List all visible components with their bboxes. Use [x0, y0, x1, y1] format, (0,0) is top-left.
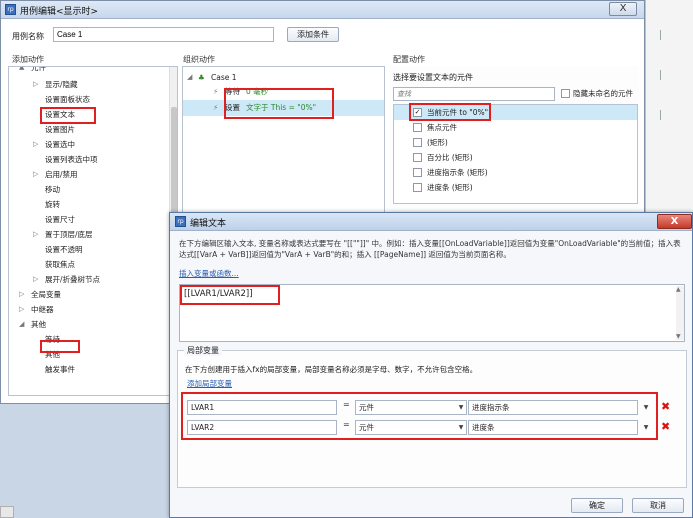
tree-item-show-hide[interactable]: ▷ 显示/隐藏 [9, 77, 169, 92]
ruler-tick [660, 110, 661, 120]
tree-item-focus[interactable]: 获取焦点 [9, 257, 169, 272]
local-var-target-field[interactable]: 进度条 [468, 420, 638, 435]
equals-sign: = [343, 420, 350, 429]
widget-item-focus[interactable]: 焦点元件 [394, 120, 637, 135]
expand-arrow-icon[interactable]: ▷ [33, 137, 38, 152]
widget-checkbox[interactable] [413, 138, 422, 147]
ok-button[interactable]: 确定 [571, 498, 623, 513]
widget-item-this[interactable]: ✓ 当前元件 to "0%" [394, 105, 637, 120]
lightning-icon: ⚡ [213, 87, 219, 96]
dropdown-arrow-icon: ▼ [458, 404, 464, 411]
tree-item-set-size[interactable]: 设置尺寸 [9, 212, 169, 227]
widget-checkbox[interactable] [413, 183, 422, 192]
local-var-name-input[interactable]: LVAR2 [187, 420, 337, 435]
configure-actions-header: 配置动作 [393, 55, 425, 64]
delete-variable-icon[interactable]: ✖ [661, 401, 670, 413]
case-tree-icon: ♣ [198, 73, 205, 82]
expression-scrollbar[interactable]: ▲ ▼ [676, 286, 684, 340]
tree-item-set-list-selection[interactable]: 设置列表选中项 [9, 152, 169, 167]
widget-item-progress-bar[interactable]: 进度条 (矩形) [394, 180, 637, 195]
collapse-arrow-icon[interactable]: ◢ [187, 70, 192, 85]
edit-text-title: 编辑文本 [190, 219, 227, 229]
tree-item-other[interactable]: 其他 [9, 347, 169, 362]
delete-variable-icon[interactable]: ✖ [661, 421, 670, 433]
app-icon: rp [5, 4, 16, 15]
expand-arrow-icon[interactable]: ▷ [33, 167, 38, 182]
case-editor-titlebar: rp 用例编辑<显示时> [1, 1, 644, 19]
add-actions-header: 添加动作 [12, 55, 44, 64]
cancel-button[interactable]: 取消 [632, 498, 684, 513]
expression-text: [[LVAR1/LVAR2]] [184, 289, 253, 299]
expand-arrow-icon[interactable]: ▷ [33, 272, 38, 287]
action-wait[interactable]: ⚡ 等待 0 毫秒 [213, 84, 373, 100]
case-name-label: 用例名称 [12, 32, 44, 41]
tree-item-wait[interactable]: 等待 [9, 332, 169, 347]
widget-filter-input[interactable] [393, 87, 555, 101]
tree-item-move[interactable]: 移动 [9, 182, 169, 197]
expand-arrow-icon[interactable]: ▷ [19, 287, 24, 302]
local-var-target-field[interactable]: 进度指示条 [468, 400, 638, 415]
equals-sign: = [343, 400, 350, 409]
add-actions-tree: ▲ 元件 ▷ 显示/隐藏 设置面板状态 设置文本 设置图片 ▷ 设置选中 设置列… [8, 66, 178, 396]
tree-item-expand-collapse[interactable]: ▷ 展开/折叠树节点 [9, 272, 169, 287]
tree-item-set-panel-state[interactable]: 设置面板状态 [9, 92, 169, 107]
tree-item-widget[interactable]: ▲ 元件 [9, 67, 169, 75]
local-var-type-select[interactable]: 元件 ▼ [355, 420, 467, 435]
widget-item-percent[interactable]: 百分比 (矩形) [394, 150, 637, 165]
dropdown-arrow-icon[interactable]: ▼ [641, 421, 651, 434]
action-set-text[interactable]: ⚡ 设置 文字于 This = "0%" [183, 100, 384, 116]
widget-checkbox[interactable]: ✓ [413, 108, 422, 117]
ruler-tick [660, 30, 661, 40]
expand-arrow-icon[interactable]: ▷ [33, 77, 38, 92]
dropdown-arrow-icon[interactable]: ▼ [641, 401, 651, 414]
tree-item-other-group[interactable]: ◢ 其他 [9, 317, 169, 332]
tree-item-fire-event[interactable]: 触发事件 [9, 362, 169, 377]
expression-editor[interactable]: [[LVAR1/LVAR2]] ▲ ▼ [179, 284, 685, 342]
tree-item-set-text[interactable]: 设置文本 [9, 107, 169, 122]
tree-item-repeater[interactable]: ▷ 中继器 [9, 302, 169, 317]
ruler-tick [660, 70, 661, 80]
tree-item-enable-disable[interactable]: ▷ 启用/禁用 [9, 167, 169, 182]
tree-item-set-opacity[interactable]: 设置不透明 [9, 242, 169, 257]
configure-sub-header: 选择要设置文本的元件 [393, 73, 473, 82]
organize-actions-header: 组织动作 [183, 55, 215, 64]
expand-arrow-icon[interactable]: ▷ [33, 227, 38, 242]
local-variables-description: 在下方创建用于插入fx的局部变量，局部变量名称必须是字母、数字，不允许包含空格。 [185, 365, 478, 374]
widget-item-rect[interactable]: (矩形) [394, 135, 637, 150]
tree-item-bring-front-back[interactable]: ▷ 置于顶层/底层 [9, 227, 169, 242]
case-editor-close-button[interactable]: X [609, 2, 637, 16]
tree-item-global-variables[interactable]: ▷ 全局变量 [9, 287, 169, 302]
background-scroll-button[interactable] [0, 506, 14, 518]
widget-checkbox[interactable] [413, 153, 422, 162]
local-variables-legend: 局部变量 [184, 345, 222, 356]
expand-arrow-icon[interactable]: ▲ [19, 67, 24, 75]
collapse-arrow-icon[interactable]: ◢ [19, 317, 24, 332]
case-name-input[interactable] [53, 27, 274, 42]
insert-variable-link[interactable]: 插入变量或函数... [179, 268, 239, 279]
widget-list: ✓ 当前元件 to "0%" 焦点元件 (矩形) 百分比 (矩形) 进度指示条 … [393, 104, 638, 204]
add-local-variable-link[interactable]: 添加局部变量 [187, 378, 232, 389]
widget-item-progress-indicator[interactable]: 进度指示条 (矩形) [394, 165, 637, 180]
local-var-name-input[interactable]: LVAR1 [187, 400, 337, 415]
widget-checkbox[interactable] [413, 168, 422, 177]
local-var-type-select[interactable]: 元件 ▼ [355, 400, 467, 415]
hide-unnamed-checkbox[interactable] [561, 89, 570, 98]
tree-item-set-image[interactable]: 设置图片 [9, 122, 169, 137]
edit-text-close-button[interactable]: X [657, 214, 692, 229]
edit-text-titlebar: rp 编辑文本 [170, 213, 692, 231]
app-icon: rp [175, 216, 186, 227]
add-condition-button[interactable]: 添加条件 [287, 27, 339, 42]
expand-arrow-icon[interactable]: ▷ [19, 302, 24, 317]
hide-unnamed-label: 隐藏未命名的元件 [573, 89, 633, 98]
edit-text-description: 在下方编辑区输入文本, 变量名称或表达式要写在 "[[""]]" 中。例如：插入… [179, 239, 681, 259]
case-editor-title: 用例编辑<显示时> [20, 7, 99, 17]
dropdown-arrow-icon: ▼ [458, 424, 464, 431]
tree-item-set-selected[interactable]: ▷ 设置选中 [9, 137, 169, 152]
tree-item-rotate[interactable]: 旋转 [9, 197, 169, 212]
widget-checkbox[interactable] [413, 123, 422, 132]
lightning-icon: ⚡ [213, 103, 219, 112]
